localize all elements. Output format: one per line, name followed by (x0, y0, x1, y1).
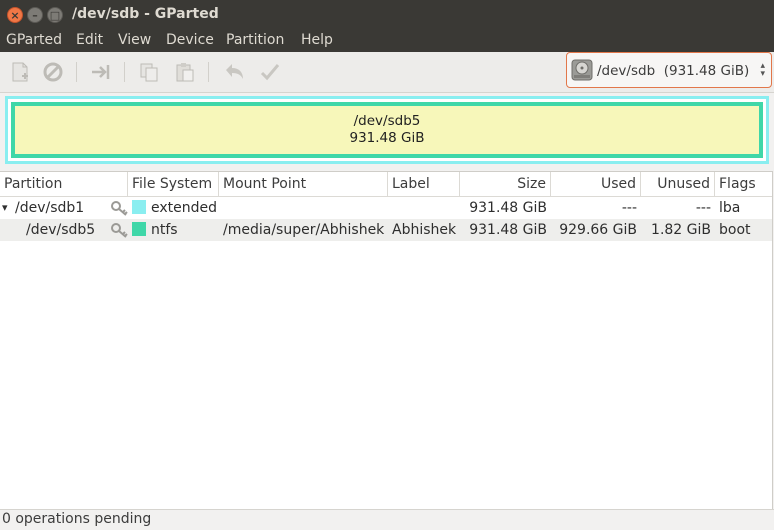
partition-name: /dev/sdb5 (26, 222, 96, 238)
copy-icon[interactable] (137, 60, 161, 84)
menu-help[interactable]: Help (301, 32, 333, 48)
mount-point (219, 197, 388, 219)
partition-size: 931.48 GiB (469, 200, 547, 216)
partition-table: Partition File System Mount Point Label … (0, 171, 773, 510)
partition-label (388, 197, 460, 219)
harddisk-icon (571, 58, 593, 82)
chevron-updown-icon: ▴ ▾ (760, 61, 765, 79)
partition-label: Abhishek (392, 222, 457, 238)
partition-map-name: /dev/sdb5 (353, 113, 421, 129)
table-row[interactable]: /dev/sdb5 ntfs /media/super/Abhishek Abh… (0, 219, 772, 241)
partition-used: --- (621, 200, 637, 216)
undo-icon[interactable] (222, 60, 246, 84)
filesystem-color-swatch (132, 222, 146, 236)
apply-icon[interactable] (258, 60, 282, 84)
filesystem-color-swatch (132, 200, 146, 214)
close-button[interactable]: × (7, 7, 23, 23)
filesystem-cell: extended (128, 197, 219, 219)
column-header-flags[interactable]: Flags (715, 172, 772, 196)
toolbar-separator (76, 62, 77, 82)
menu-gparted[interactable]: GParted (6, 32, 62, 48)
column-header-filesystem[interactable]: File System (128, 172, 219, 196)
key-icon (110, 200, 128, 216)
menu-partition[interactable]: Partition (226, 32, 284, 48)
paste-icon[interactable] (173, 60, 197, 84)
delete-icon[interactable] (41, 60, 65, 84)
menu-edit[interactable]: Edit (76, 32, 103, 48)
maximize-button[interactable]: □ (47, 7, 63, 23)
toolbar-separator (208, 62, 209, 82)
partition-flags: lba (719, 200, 741, 216)
menu-bar: GParted Edit View Device Partition Help (0, 30, 774, 52)
partition-map-sdb5[interactable]: /dev/sdb5 931.48 GiB (11, 102, 763, 158)
window-title: /dev/sdb - GParted (72, 6, 219, 22)
key-icon (110, 222, 128, 238)
column-header-unused[interactable]: Unused (641, 172, 715, 196)
partition-unused: 1.82 GiB (651, 222, 711, 238)
toolbar-separator (124, 62, 125, 82)
column-header-label[interactable]: Label (388, 172, 460, 196)
title-bar: × – □ /dev/sdb - GParted (0, 0, 774, 30)
partition-map-size: 931.48 GiB (349, 130, 425, 146)
column-header-mount-point[interactable]: Mount Point (219, 172, 388, 196)
device-selector[interactable]: /dev/sdb (931.48 GiB) ▴ ▾ (566, 52, 772, 88)
partition-unused: --- (695, 200, 711, 216)
resize-move-icon[interactable] (89, 60, 113, 84)
filesystem-name: extended (151, 200, 218, 216)
column-header-used[interactable]: Used (551, 172, 641, 196)
partition-used: 929.66 GiB (559, 222, 637, 238)
mount-point: /media/super/Abhishek (223, 222, 385, 238)
filesystem-cell: ntfs (128, 219, 219, 241)
status-text: 0 operations pending (2, 511, 152, 527)
new-partition-icon[interactable] (8, 60, 32, 84)
table-header: Partition File System Mount Point Label … (0, 172, 772, 197)
partition-map-extended[interactable]: /dev/sdb5 931.48 GiB (5, 96, 769, 164)
menu-device[interactable]: Device (166, 32, 214, 48)
column-header-size[interactable]: Size (460, 172, 551, 196)
partition-size: 931.48 GiB (469, 222, 547, 238)
table-row[interactable]: ▾ /dev/sdb1 extended 931.48 GiB --- --- … (0, 197, 772, 219)
menu-view[interactable]: View (118, 32, 151, 48)
status-bar: 0 operations pending (0, 509, 774, 530)
filesystem-name: ntfs (151, 222, 178, 238)
column-header-partition[interactable]: Partition (0, 172, 128, 196)
device-selector-label: /dev/sdb (931.48 GiB) (597, 63, 750, 79)
minimize-button[interactable]: – (27, 7, 43, 23)
partition-name: /dev/sdb1 (15, 200, 85, 216)
partition-flags: boot (719, 222, 751, 238)
